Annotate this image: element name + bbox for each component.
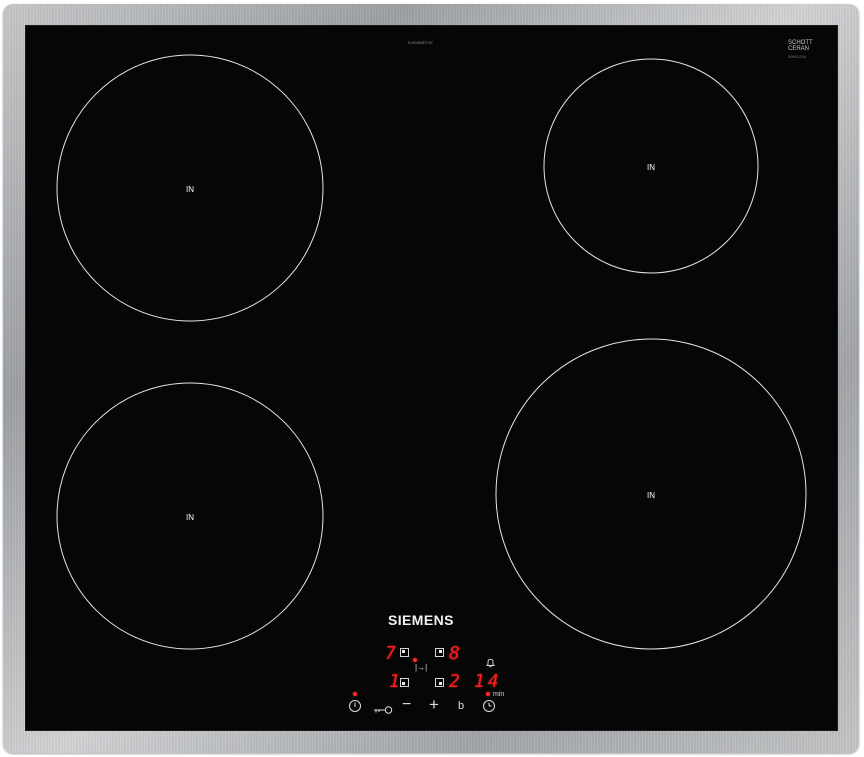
front-left-level-display: 1	[389, 671, 400, 692]
model-number: EU645BEF1E	[408, 40, 433, 45]
minus-button[interactable]: −	[402, 697, 411, 713]
brand-logo: SIEMENS	[388, 612, 454, 628]
schott-ceran-logo: SCHOTT CERAN 00001234	[788, 40, 813, 60]
plus-button[interactable]: +	[429, 696, 439, 713]
rear-right-zone-label: IN	[647, 163, 655, 172]
glass-serial: 00001234	[788, 54, 806, 59]
rear-left-level-display: 7	[385, 643, 396, 664]
schott-logo-line2: CERAN	[788, 46, 810, 52]
multi-zone-icon[interactable]: |→|	[415, 663, 427, 672]
front-left-zone-label: IN	[186, 513, 194, 522]
front-right-level-display: 2	[449, 671, 460, 692]
rear-left-zone-label: IN	[186, 185, 194, 194]
cooking-zones: IN IN IN IN	[56, 54, 807, 650]
rear-left-zone-select-button[interactable]	[400, 648, 409, 657]
front-right-zone-label: IN	[647, 491, 655, 500]
rear-left-active-dot	[413, 658, 417, 662]
key-lock-icon[interactable]	[373, 702, 393, 720]
rear-right-level-display: 8	[449, 643, 460, 664]
front-right-zone-select-button[interactable]	[435, 678, 444, 687]
power-icon[interactable]	[348, 699, 362, 718]
front-left-zone-select-button[interactable]	[400, 678, 409, 687]
power-indicator-dot	[353, 692, 357, 696]
timer-min-dot	[486, 692, 490, 696]
rear-right-zone-select-button[interactable]	[435, 648, 444, 657]
clock-icon[interactable]	[482, 699, 496, 718]
boost-button[interactable]: b	[458, 700, 464, 712]
timer-display: 14	[474, 671, 502, 692]
timer-unit-label: min	[493, 691, 505, 698]
